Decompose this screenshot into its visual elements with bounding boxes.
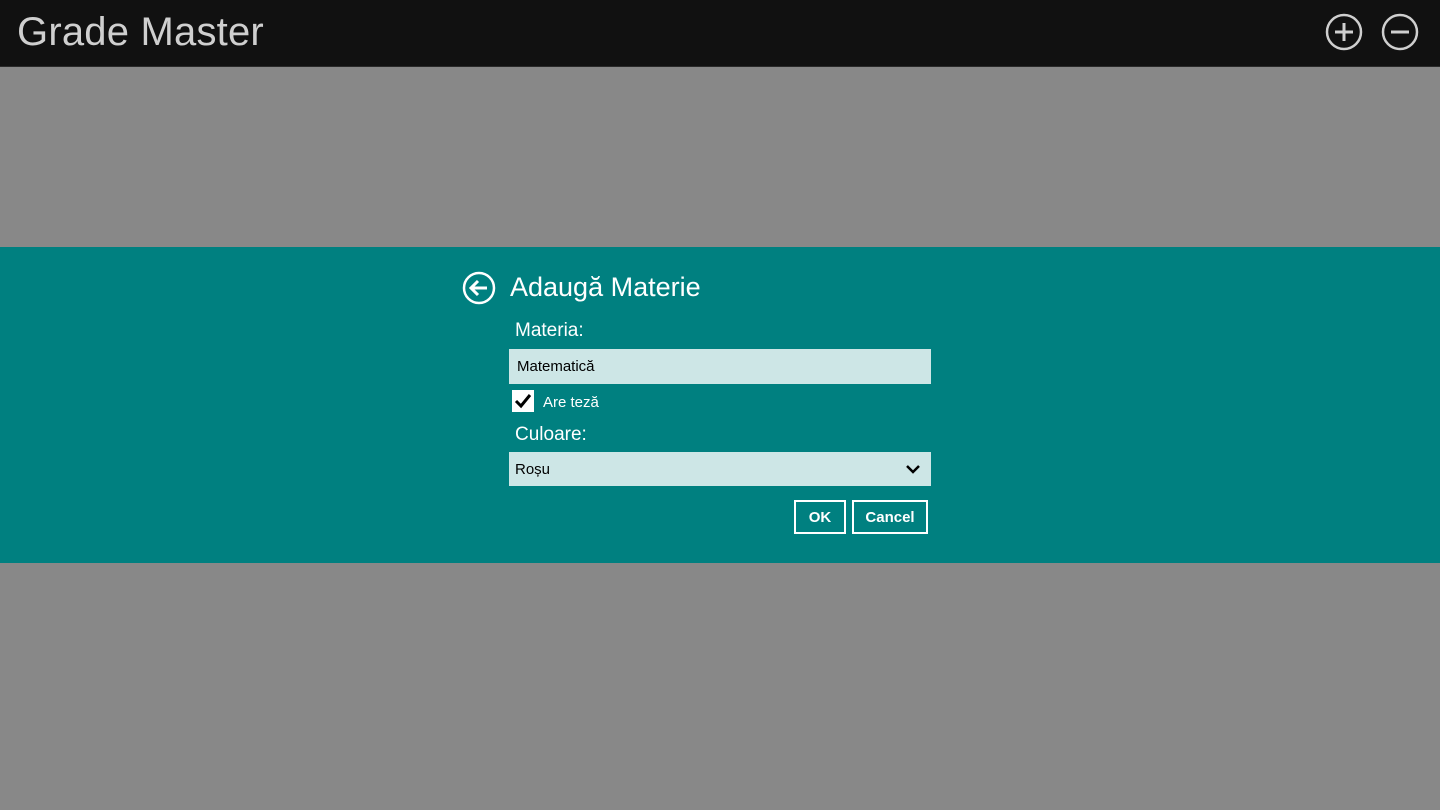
subject-label: Materia:: [515, 320, 584, 341]
remove-button[interactable]: [1381, 13, 1419, 51]
add-subject-dialog: [0, 247, 1440, 563]
dialog-title: Adaugă Materie: [510, 272, 701, 302]
add-button[interactable]: [1325, 13, 1363, 51]
subject-input[interactable]: [509, 349, 931, 384]
back-button[interactable]: [462, 271, 496, 305]
ok-button[interactable]: OK: [794, 500, 846, 534]
checkbox-box[interactable]: [512, 390, 534, 412]
plus-circle-icon: [1325, 13, 1363, 51]
color-select[interactable]: Roșu: [509, 452, 931, 486]
chevron-down-icon: [906, 465, 920, 474]
app-title-bar: Grade Master: [0, 0, 1440, 67]
checkmark-icon: [514, 394, 532, 409]
app-title: Grade Master: [17, 10, 264, 54]
color-label: Culoare:: [515, 424, 587, 445]
color-select-value: Roșu: [515, 460, 551, 478]
cancel-button[interactable]: Cancel: [852, 500, 928, 534]
has-thesis-label: Are teză: [543, 393, 599, 411]
has-thesis-checkbox[interactable]: Are teză: [512, 389, 599, 413]
minus-circle-icon: [1381, 13, 1419, 51]
arrow-left-circle-icon: [462, 271, 496, 305]
